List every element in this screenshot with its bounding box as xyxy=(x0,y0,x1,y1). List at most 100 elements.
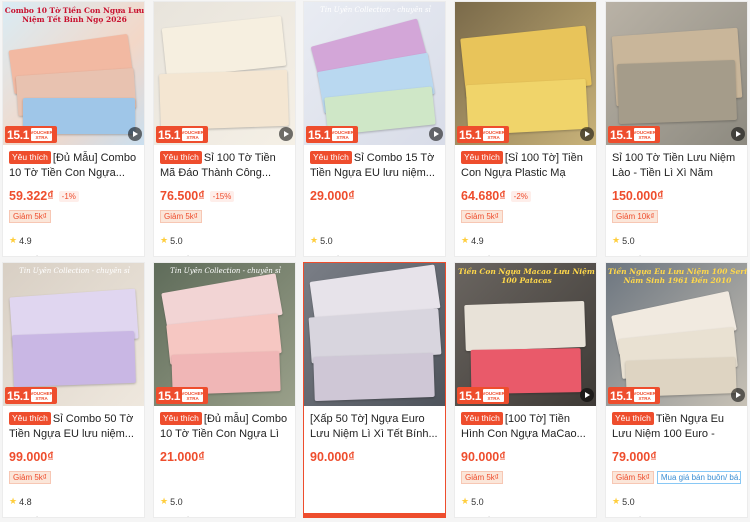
discount-badge: -2% xyxy=(510,190,531,202)
price-row: 99.000₫ xyxy=(9,449,138,465)
play-video-icon[interactable] xyxy=(580,388,594,402)
product-thumbnail[interactable]: Tin Uyên Collection - chuyên sỉ 15.1 VOUCH… xyxy=(3,263,144,406)
rating-value: 4.8 xyxy=(19,496,32,507)
location-pin-icon: ⚲ xyxy=(310,255,316,256)
favorite-badge: Yêu thích xyxy=(461,412,503,425)
play-video-icon[interactable] xyxy=(731,127,745,141)
product-info: Yêu thích [Sỉ 100 Tờ] Tiền Con Ngựa Plast… xyxy=(455,145,596,256)
voucher-row: Giảm 5k₫ xyxy=(461,209,590,223)
product-thumbnail[interactable]: Tin Uyên Collection - chuyên sỉ 15.1 VOUCH… xyxy=(304,2,445,145)
location-pin-icon: ⚲ xyxy=(9,255,15,256)
voucher-tag: Giảm 10k₫ xyxy=(612,209,659,223)
product-thumbnail[interactable] xyxy=(304,263,445,406)
product-grid: Combo 10 Tờ Tiền Con Ngựa Lưu Niệm Tết B… xyxy=(0,0,750,522)
shop-location: ⚲TP. Hồ Chí Minh xyxy=(310,255,439,256)
thumbnail-caption: Tin Uyên Collection - chuyên sỉ xyxy=(170,267,281,275)
product-title[interactable]: Yêu thích [Đủ Mẫu] Combo 10 Tờ Tiền Con N… xyxy=(9,151,138,181)
sale-badge-text: 15.1 xyxy=(158,388,181,403)
price-row: 64.680₫ -2% xyxy=(461,188,590,204)
xtra-label: XTRA xyxy=(638,134,651,140)
rating: ★ 4.8 xyxy=(9,496,138,507)
xtra-label: XTRA xyxy=(487,134,500,140)
product-title[interactable]: Yêu thích [Đủ mẫu] Combo 10 Tờ Tiền Con N… xyxy=(160,412,289,442)
product-thumbnail[interactable]: 15.1 VOUCHER XTRA xyxy=(455,2,596,145)
product-card[interactable]: Tin Uyên Collection - chuyên sỉ 15.1 VOUCH… xyxy=(303,1,446,257)
product-thumbnail[interactable]: Combo 10 Tờ Tiền Con Ngựa Lưu Niệm Tết B… xyxy=(3,2,144,145)
sale-badge: 15.1 VOUCHER XTRA xyxy=(156,387,208,404)
play-video-icon[interactable] xyxy=(279,127,293,141)
banknote-image xyxy=(464,300,586,352)
product-card[interactable]: Combo 10 Tờ Tiền Con Ngựa Lưu Niệm Tết B… xyxy=(2,1,145,257)
product-title[interactable]: Yêu thích [Sỉ 100 Tờ] Tiền Con Ngựa Plast… xyxy=(461,151,590,181)
product-title[interactable]: Sỉ 100 Tờ Tiền Lưu Niệm Lào - Tiền Lì Xì… xyxy=(612,151,741,181)
product-info: Yêu thích [Đủ Mẫu] Combo 10 Tờ Tiền Con N… xyxy=(3,145,144,256)
play-video-icon[interactable] xyxy=(429,127,443,141)
product-thumbnail[interactable]: Tiền Ngựa Eu Lưu Niệm 100 Seri Năm Sinh … xyxy=(606,263,747,406)
product-info: Yêu thích Tiền Ngựa Eu Lưu Niệm 100 Euro … xyxy=(606,406,747,517)
product-info: Yêu thích Sỉ Combo 15 Tờ Tiền Ngựa EU lưu… xyxy=(304,145,445,256)
voucher-xtra-badge: VOUCHER XTRA xyxy=(181,389,204,402)
location-text: TP. Hồ Chí Minh xyxy=(620,516,678,517)
voucher-row: Giảm 10k₫ xyxy=(612,209,741,223)
product-card[interactable]: Tin Uyên Collection - chuyên sỉ 15.1 VOUCH… xyxy=(153,262,296,518)
favorite-badge: Yêu thích xyxy=(310,151,352,164)
sale-badge: 15.1 VOUCHER XTRA xyxy=(608,387,660,404)
favorite-badge: Yêu thích xyxy=(9,151,51,164)
product-card[interactable]: 15.1 VOUCHER XTRA Sỉ 100 Tờ Tiền Lưu Niệm L… xyxy=(605,1,748,257)
banknote-image xyxy=(12,330,136,388)
product-price: 21.000₫ xyxy=(160,450,205,464)
banknote-image xyxy=(159,69,289,131)
star-icon: ★ xyxy=(9,235,18,245)
product-title[interactable]: Yêu thích [100 Tờ] Tiền Hình Con Ngựa MaC… xyxy=(461,412,590,442)
rating-value: 4.9 xyxy=(471,235,484,246)
product-price: 76.500₫ xyxy=(160,189,205,203)
product-price: 99.000₫ xyxy=(9,450,54,464)
play-video-icon[interactable] xyxy=(731,388,745,402)
sale-badge-text: 15.1 xyxy=(158,127,181,142)
product-price: 150.000₫ xyxy=(612,189,664,203)
shop-location: ⚲TP. Hồ Chí Minh xyxy=(9,255,138,256)
product-card[interactable]: 15.1 VOUCHER XTRA Yêu thích Sỉ 100 Tờ Tiền M… xyxy=(153,1,296,257)
voucher-xtra-badge: VOUCHER XTRA xyxy=(633,389,656,402)
product-card[interactable]: Tiền Ngựa Eu Lưu Niệm 100 Seri Năm Sinh … xyxy=(605,262,748,518)
product-title[interactable]: Yêu thích Sỉ Combo 50 Tờ Tiền Ngựa EU lưu… xyxy=(9,412,138,442)
voucher-xtra-badge: VOUCHER XTRA xyxy=(30,389,53,402)
favorite-badge: Yêu thích xyxy=(461,151,503,164)
product-card[interactable]: Tin Uyên Collection - chuyên sỉ 15.1 VOUCH… xyxy=(2,262,145,518)
product-title[interactable]: [Xấp 50 Tờ] Ngựa Euro Lưu Niệm Lì Xì Tết… xyxy=(310,412,439,442)
thumbnail-caption: Tin Uyên Collection - chuyên sỉ xyxy=(19,267,130,275)
rating: ★ 4.9 xyxy=(9,235,138,246)
product-card[interactable]: [Xấp 50 Tờ] Ngựa Euro Lưu Niệm Lì Xì Tết… xyxy=(303,262,446,518)
discount-badge: -15% xyxy=(209,190,235,202)
voucher-row: Giảm 5k₫ xyxy=(9,470,138,484)
product-card[interactable]: Tiền Con Ngựa Macao Lưu Niệm 100 Patacas… xyxy=(454,262,597,518)
product-thumbnail[interactable]: 15.1 VOUCHER XTRA xyxy=(606,2,747,145)
voucher-row: Giảm 5k₫ Mua giá bán buôn/ bá... xyxy=(612,470,741,484)
product-card[interactable]: 15.1 VOUCHER XTRA Yêu thích [Sỉ 100 Tờ] Tiền… xyxy=(454,1,597,257)
voucher-tag: Giảm 5k₫ xyxy=(461,209,503,223)
play-video-icon[interactable] xyxy=(128,127,142,141)
rating: ★ 5.0 xyxy=(612,496,741,507)
voucher-tag: Giảm 5k₫ xyxy=(9,470,51,484)
xtra-label: XTRA xyxy=(186,395,199,401)
sale-badge-text: 15.1 xyxy=(459,127,482,142)
sale-badge: 15.1 VOUCHER XTRA xyxy=(457,126,509,143)
product-title[interactable]: Yêu thích Sỉ 100 Tờ Tiền Mã Đáo Thành Côn… xyxy=(160,151,289,181)
banknote-image xyxy=(616,59,738,125)
sale-badge: 15.1 VOUCHER XTRA xyxy=(457,387,509,404)
product-title[interactable]: Yêu thích Sỉ Combo 15 Tờ Tiền Ngựa EU lưu… xyxy=(310,151,439,181)
price-row: 90.000₫ xyxy=(310,449,439,465)
xtra-label: XTRA xyxy=(35,395,48,401)
sale-badge: 15.1 VOUCHER XTRA xyxy=(306,126,358,143)
sale-badge-text: 15.1 xyxy=(610,388,633,403)
location-pin-icon: ⚲ xyxy=(9,516,15,517)
favorite-badge: Yêu thích xyxy=(160,412,202,425)
product-price: 64.680₫ xyxy=(461,189,506,203)
product-title[interactable]: Yêu thích Tiền Ngựa Eu Lưu Niệm 100 Euro … xyxy=(612,412,741,442)
product-thumbnail[interactable]: Tiền Con Ngựa Macao Lưu Niệm 100 Patacas… xyxy=(455,263,596,406)
voucher-tag: Giảm 5k₫ xyxy=(612,470,654,484)
product-thumbnail[interactable]: Tin Uyên Collection - chuyên sỉ 15.1 VOUCH… xyxy=(154,263,295,406)
product-thumbnail[interactable]: 15.1 VOUCHER XTRA xyxy=(154,2,295,145)
price-row: 76.500₫ -15% xyxy=(160,188,289,204)
play-video-icon[interactable] xyxy=(580,127,594,141)
